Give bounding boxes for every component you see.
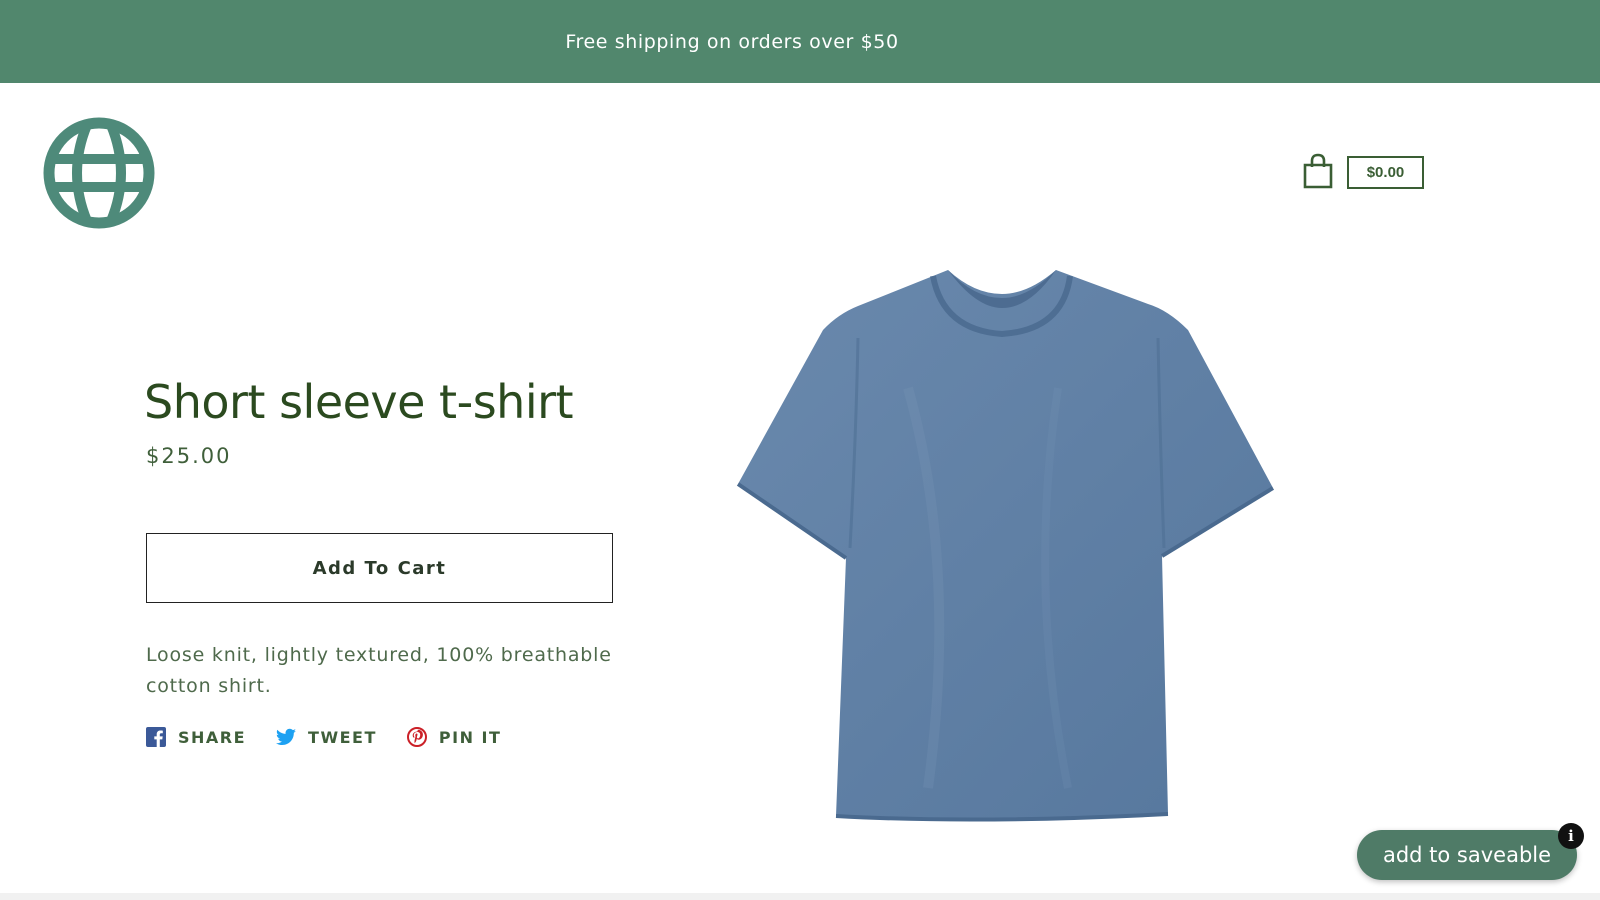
pinterest-icon	[406, 727, 427, 747]
shopping-bag-icon[interactable]	[1302, 153, 1334, 189]
announcement-bar: Free shipping on orders over $50	[0, 0, 1600, 83]
product-title: Short sleeve t-shirt	[144, 375, 574, 429]
share-label: SHARE	[178, 727, 247, 747]
product-price: $25.00	[146, 444, 232, 468]
share-twitter-link[interactable]: TWEET	[276, 727, 377, 747]
announcement-text: Free shipping on orders over $50	[565, 30, 899, 53]
globe-icon[interactable]	[43, 117, 155, 229]
add-to-saveable-button[interactable]: add to saveable	[1357, 830, 1577, 880]
pin-it-label: PIN IT	[438, 727, 502, 747]
cart-total-button[interactable]: $0.00	[1347, 156, 1424, 189]
bottom-divider	[0, 893, 1600, 900]
add-to-cart-button[interactable]: Add To Cart	[146, 533, 613, 603]
social-share-links: SHARE TWEET PIN IT	[146, 727, 501, 747]
twitter-icon	[276, 728, 297, 745]
facebook-icon	[146, 727, 166, 747]
product-image[interactable]	[728, 268, 1298, 830]
tweet-label: TWEET	[308, 727, 377, 747]
product-description: Loose knit, lightly textured, 100% breat…	[146, 644, 612, 697]
info-icon[interactable]: i	[1558, 823, 1584, 849]
share-facebook-link[interactable]: SHARE	[146, 727, 246, 747]
share-pinterest-link[interactable]: PIN IT	[406, 727, 502, 747]
